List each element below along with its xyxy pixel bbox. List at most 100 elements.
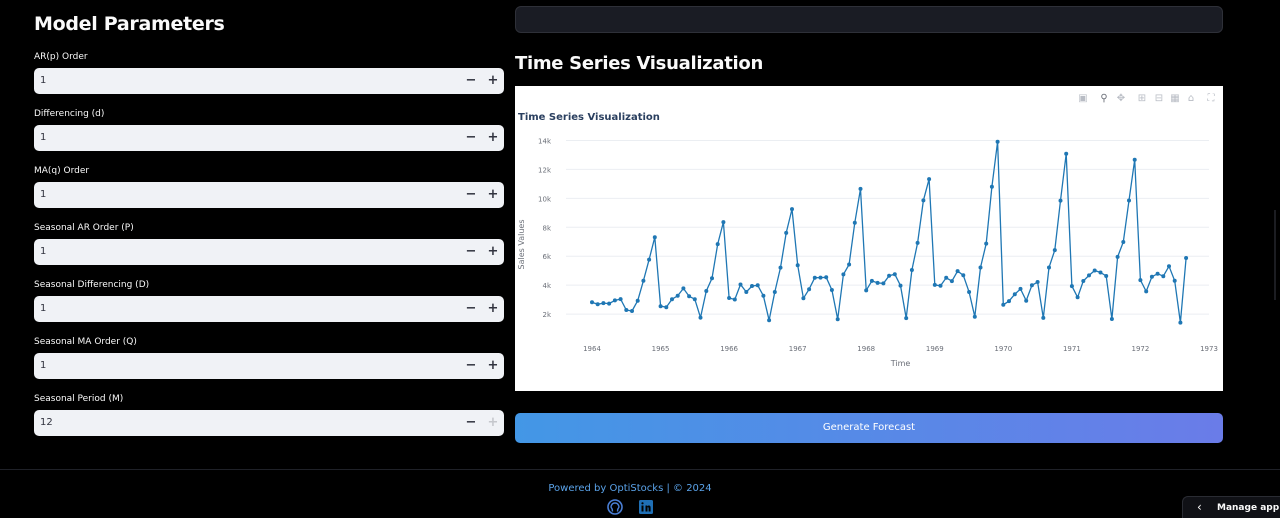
data-point <box>641 278 646 283</box>
chart-container[interactable]: Time Series Visualization 2k 4k 6k 8k 10k 12k 1… <box>515 86 1223 391</box>
data-point <box>790 207 794 212</box>
data-point <box>1064 151 1069 156</box>
decrement-button[interactable]: − <box>460 239 482 265</box>
y-tick-label: 2k <box>542 311 551 319</box>
chart-title: Time Series Visualization <box>518 112 660 123</box>
time-series-chart[interactable]: Time Series Visualization 2k 4k 6k 8k 10k 12k 1… <box>515 86 1223 391</box>
differencing-input[interactable]: 1 − + <box>34 125 504 151</box>
decrement-button[interactable]: − <box>460 68 482 94</box>
generate-forecast-button[interactable]: Generate Forecast <box>515 413 1223 443</box>
x-tick-label: 1967 <box>789 345 807 353</box>
input-value[interactable]: 1 <box>40 239 46 265</box>
data-point <box>858 186 863 191</box>
linkedin-icon[interactable] <box>638 499 654 515</box>
data-point <box>1138 278 1143 283</box>
visualization-heading: Time Series Visualization <box>515 53 763 74</box>
increment-button[interactable]: + <box>482 353 504 379</box>
parameters-title: Model Parameters <box>34 13 225 35</box>
decrement-button[interactable]: − <box>460 296 482 322</box>
increment-button[interactable]: + <box>482 125 504 151</box>
seasonal-ar-param: Seasonal AR Order (P) 1 − + <box>34 222 504 265</box>
data-point <box>887 273 892 278</box>
decrement-button[interactable]: − <box>460 125 482 151</box>
zoom-out-icon[interactable]: ⊟ <box>1153 93 1165 105</box>
ma-order-input[interactable]: 1 − + <box>34 182 504 208</box>
seasonal-differencing-input[interactable]: 1 − + <box>34 296 504 322</box>
seasonal-period-input[interactable]: 12 − + <box>34 410 504 436</box>
ar-order-input[interactable]: 1 − + <box>34 68 504 94</box>
status-bar <box>515 6 1223 33</box>
x-tick-label: 1964 <box>583 345 601 353</box>
sales-series-line <box>591 141 1187 323</box>
data-point <box>1161 274 1166 279</box>
data-point <box>692 297 697 302</box>
seasonal-ar-input[interactable]: 1 − + <box>34 239 504 265</box>
data-point <box>1172 278 1177 283</box>
data-point <box>664 305 669 310</box>
y-tick-label: 12k <box>538 166 552 174</box>
autoscale-icon[interactable]: ▦ <box>1169 93 1181 105</box>
zoom-in-icon[interactable]: ⊞ <box>1136 93 1148 105</box>
x-tick-label: 1973 <box>1200 345 1218 353</box>
data-point <box>801 296 806 301</box>
input-value[interactable]: 1 <box>40 353 46 379</box>
zoom-icon[interactable]: ⚲ <box>1098 93 1110 105</box>
data-point <box>892 272 897 277</box>
reset-axes-icon[interactable]: ⌂ <box>1185 93 1197 105</box>
data-point <box>841 272 846 277</box>
data-point <box>778 265 783 270</box>
input-value[interactable]: 1 <box>40 182 46 208</box>
data-point <box>835 317 840 322</box>
increment-button[interactable]: + <box>482 68 504 94</box>
data-point <box>938 283 943 288</box>
data-point <box>607 301 612 306</box>
data-point <box>989 184 994 189</box>
fullscreen-icon[interactable]: ⛶ <box>1205 93 1217 105</box>
data-point <box>767 318 772 323</box>
data-point <box>1184 256 1189 260</box>
increment-button[interactable]: + <box>482 410 504 436</box>
input-value[interactable]: 1 <box>40 125 46 151</box>
seasonal-ma-param: Seasonal MA Order (Q) 1 − + <box>34 336 504 379</box>
github-icon[interactable] <box>607 499 623 515</box>
increment-button[interactable]: + <box>482 182 504 208</box>
data-point <box>647 257 652 262</box>
ar-order-param: AR(p) Order 1 − + <box>34 51 504 94</box>
data-point <box>1178 320 1183 325</box>
data-point <box>1069 284 1074 289</box>
data-point <box>915 240 920 245</box>
data-point <box>864 288 869 293</box>
manage-app-button[interactable]: ‹ Manage app <box>1182 496 1280 518</box>
data-point <box>1092 268 1097 273</box>
data-point <box>624 308 629 312</box>
data-point <box>1109 317 1114 321</box>
data-point <box>795 263 800 268</box>
data-point <box>744 290 749 294</box>
data-point <box>852 220 857 225</box>
increment-button[interactable]: + <box>482 296 504 322</box>
data-point <box>1012 292 1017 297</box>
camera-icon[interactable]: ▣ <box>1077 93 1089 105</box>
seasonal-ma-input[interactable]: 1 − + <box>34 353 504 379</box>
decrement-button[interactable]: − <box>460 410 482 436</box>
decrement-button[interactable]: − <box>460 353 482 379</box>
data-point <box>847 262 852 267</box>
data-point <box>961 273 966 278</box>
input-value[interactable]: 1 <box>40 296 46 322</box>
seasonal-differencing-param: Seasonal Differencing (D) 1 − + <box>34 279 504 322</box>
increment-button[interactable]: + <box>482 239 504 265</box>
input-value[interactable]: 1 <box>40 68 46 94</box>
data-point <box>1035 280 1040 284</box>
data-point <box>978 265 983 270</box>
data-point <box>1167 264 1171 269</box>
scrollbar[interactable] <box>1274 210 1276 300</box>
data-point <box>750 284 754 288</box>
y-tick-label: 14k <box>538 137 552 145</box>
x-axis-label: Time <box>890 359 911 368</box>
input-value[interactable]: 12 <box>40 410 53 436</box>
data-point <box>732 297 737 302</box>
decrement-button[interactable]: − <box>460 182 482 208</box>
powered-by-text: Powered by OptiStocks | © 2024 <box>548 483 712 494</box>
pan-icon[interactable]: ✥ <box>1115 93 1127 105</box>
manage-app-label: Manage app <box>1217 503 1280 513</box>
